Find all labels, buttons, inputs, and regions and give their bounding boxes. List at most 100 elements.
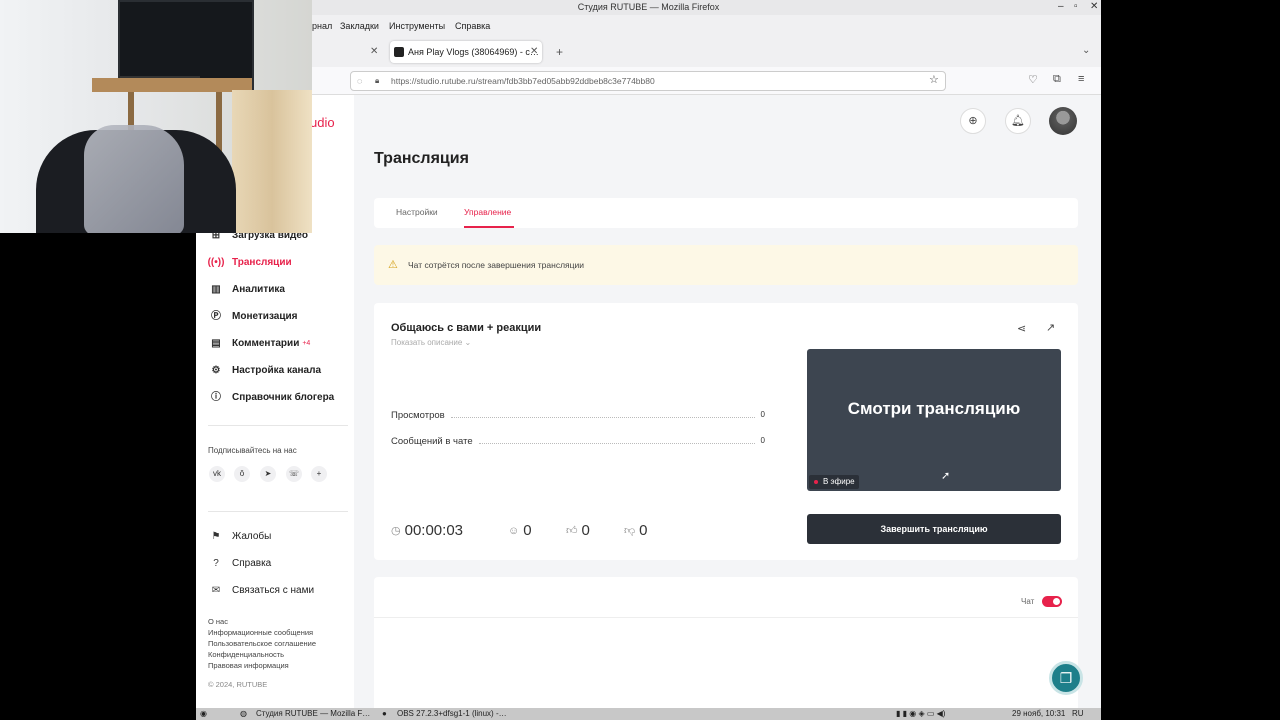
metric-dislikes: 👎︎ 0 xyxy=(624,522,648,539)
sidebar-item-monetization[interactable]: Ⓟ Монетизация xyxy=(210,307,297,327)
firefox-taskbar-icon[interactable]: ◍ xyxy=(240,709,247,718)
broadcast-icon: ((•)) xyxy=(207,257,225,268)
share-icon[interactable]: ⋖ xyxy=(1017,322,1026,335)
warning-text: Чат сотрётся после завершения трансляции xyxy=(408,260,585,270)
telegram-social-icon[interactable]: ➤ xyxy=(260,466,276,482)
thumbs-down-icon: 👎︎ xyxy=(624,525,636,537)
menu-hamburger-icon[interactable]: ≡ xyxy=(1078,73,1084,85)
start-menu-icon[interactable]: ◉ xyxy=(200,709,207,718)
page: udio ⊞ Загрузка видео ((•)) Трансляции ▥… xyxy=(196,95,1101,708)
main-content: ⊕ 🔔︎ Трансляция Настройки Управление ⚠ Ч… xyxy=(354,95,1101,708)
footer-link-privacy[interactable]: Конфиденциальность xyxy=(208,650,284,659)
footer-link-legal[interactable]: Правовая информация xyxy=(208,661,289,670)
live-label: В эфире xyxy=(823,477,855,486)
minimize-button[interactable]: – xyxy=(1058,0,1064,15)
chat-card: Чат xyxy=(374,577,1078,708)
sidebar-item-analytics[interactable]: ▥ Аналитика xyxy=(210,280,285,300)
ruble-icon: Ⓟ xyxy=(211,311,221,322)
close-icon[interactable]: ✕ xyxy=(530,41,538,63)
external-link-icon[interactable]: ↗ xyxy=(1046,321,1055,334)
keyboard-layout[interactable]: RU xyxy=(1072,709,1084,718)
maximize-button[interactable]: ▫ xyxy=(1074,0,1078,15)
menu-journal[interactable]: рнал xyxy=(312,21,332,31)
more-socials-button[interactable]: + xyxy=(311,466,327,482)
live-badge: В эфире xyxy=(809,475,859,489)
chat-toggle[interactable] xyxy=(1042,596,1062,607)
obs-taskbar-icon[interactable]: ● xyxy=(382,709,387,718)
webcam-overlay xyxy=(0,0,312,233)
show-description-link[interactable]: Показать описание ⌄ xyxy=(391,338,471,347)
stat-label: Просмотров xyxy=(391,410,445,421)
menu-bookmarks[interactable]: Закладки xyxy=(340,21,379,31)
sidebar-item-contact[interactable]: ✉ Связаться с нами xyxy=(210,581,314,601)
support-chat-button[interactable]: ❐ xyxy=(1049,661,1083,695)
sidebar-item-complaints[interactable]: ⚑ Жалобы xyxy=(210,527,272,547)
firefox-window: Студия RUTUBE — Mozilla Firefox – ▫ ✕ рн… xyxy=(196,0,1101,708)
vk-social-icon[interactable]: vk xyxy=(209,466,225,482)
thumbs-up-icon: 👍︎ xyxy=(566,525,578,537)
close-icon[interactable]: ✕ xyxy=(370,41,378,63)
footer-link-terms[interactable]: Пользовательское соглашение xyxy=(208,639,316,648)
chat-bubble-icon: ❐ xyxy=(1059,670,1073,686)
menu-help[interactable]: Справка xyxy=(455,21,490,31)
page-tabs: Настройки Управление xyxy=(374,198,1078,228)
preview-text: Смотри трансляцию xyxy=(847,399,1021,418)
likes-value: 0 xyxy=(581,522,590,539)
stat-chat-messages: Сообщений в чате 0 xyxy=(391,436,765,447)
page-title: Трансляция xyxy=(374,150,469,167)
stream-preview[interactable]: Смотри трансляцию В эфире ➚ xyxy=(807,349,1061,491)
viber-social-icon[interactable]: ☏ xyxy=(286,466,302,482)
studio-logo[interactable]: udio xyxy=(310,115,335,130)
gear-icon: ⚙ xyxy=(211,365,221,376)
url-bar[interactable]: ◌ 🔒︎ https://studio.rutube.ru/stream/fdb… xyxy=(350,71,946,91)
sidebar-item-broadcasts[interactable]: ((•)) Трансляции xyxy=(207,253,292,273)
shield-icon[interactable]: ◌ xyxy=(357,72,362,90)
sidebar-item-help[interactable]: ? Справка xyxy=(210,554,271,574)
stat-views: Просмотров 0 xyxy=(391,410,765,421)
lock-icon[interactable]: 🔒︎ xyxy=(375,72,379,90)
add-video-icon[interactable]: ⊕ xyxy=(960,108,986,134)
taskbar: ◉ ◍ Студия RUTUBE — Mozilla F… ● OBS 27.… xyxy=(196,708,1101,720)
sidebar-item-label: Комментарии xyxy=(232,338,300,349)
close-window-button[interactable]: ✕ xyxy=(1090,0,1098,15)
sidebar-item-label: Связаться с нами xyxy=(232,585,315,596)
stat-label: Сообщений в чате xyxy=(391,436,473,447)
pocket-icon[interactable]: ♡ xyxy=(1028,73,1038,86)
bookmark-star-icon[interactable]: ☆ xyxy=(929,71,939,89)
tab-settings[interactable]: Настройки xyxy=(396,207,438,217)
taskbar-item-obs[interactable]: OBS 27.2.3+dfsg1-1 (linux) -… xyxy=(397,709,507,718)
active-tab-indicator xyxy=(464,226,514,228)
rutube-favicon-icon xyxy=(394,47,404,57)
tray-icons[interactable]: ▮ ▮ ◉ ◈ ▭ ◀) xyxy=(896,709,945,718)
stat-value: 0 xyxy=(760,436,765,445)
bell-icon[interactable]: 🔔︎ xyxy=(1005,108,1031,134)
viewers-value: 0 xyxy=(523,522,532,539)
ok-social-icon[interactable]: ǒ xyxy=(234,466,250,482)
extensions-icon[interactable]: ⧉ xyxy=(1053,73,1061,86)
webcam-cloth xyxy=(84,125,184,233)
tab-list-chevron-down-icon[interactable]: ⌄ xyxy=(1082,45,1090,56)
sidebar-item-channel-settings[interactable]: ⚙ Настройка канала xyxy=(210,361,322,381)
sidebar-item-label: Монетизация xyxy=(232,311,298,322)
sidebar-item-blogger-guide[interactable]: ⓘ Справочник блогера xyxy=(210,388,334,408)
footer-link-info-messages[interactable]: Информационные сообщения xyxy=(208,628,313,637)
taskbar-clock[interactable]: 29 нояб, 10:31 xyxy=(1012,709,1065,718)
sidebar-item-label: Жалобы xyxy=(232,531,272,542)
new-tab-icon[interactable]: + xyxy=(556,45,563,59)
flag-icon: ⚑ xyxy=(211,531,221,542)
avatar[interactable] xyxy=(1049,107,1077,135)
taskbar-item-firefox[interactable]: Студия RUTUBE — Mozilla F… xyxy=(256,709,370,718)
footer-link-about[interactable]: О нас xyxy=(208,617,228,626)
dislikes-value: 0 xyxy=(639,522,648,539)
mail-icon: ✉ xyxy=(211,585,221,596)
webcam-curtain xyxy=(232,90,312,233)
divider xyxy=(374,617,1078,618)
browser-tab-active[interactable]: Аня Play Vlogs (38064969) - с… ✕ xyxy=(390,41,542,63)
duration-value: 00:00:03 xyxy=(404,522,463,539)
browser-tab-previous[interactable]: ✕ xyxy=(306,41,382,63)
sidebar-item-label: Справка xyxy=(232,558,272,569)
sidebar-item-comments[interactable]: ▤ Комментарии +4 xyxy=(210,334,310,354)
end-stream-button[interactable]: Завершить трансляцию xyxy=(807,514,1061,544)
tab-management[interactable]: Управление xyxy=(464,207,511,217)
menu-tools[interactable]: Инструменты xyxy=(389,21,445,31)
